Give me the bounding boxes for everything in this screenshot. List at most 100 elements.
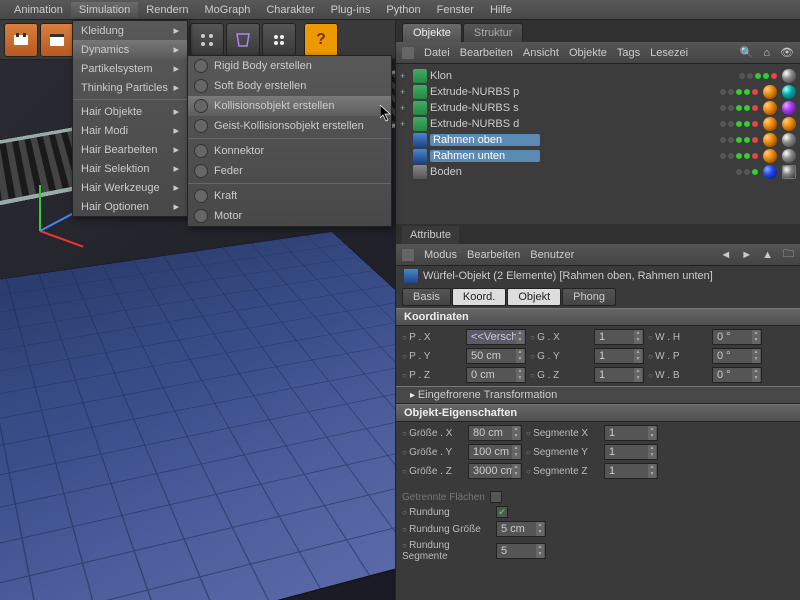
material-tag-icon[interactable] <box>763 101 777 115</box>
sim-thinking-particles[interactable]: Thinking Particles▸ <box>73 78 187 97</box>
input-rundung-segmente[interactable]: 5▲▼ <box>496 543 546 559</box>
axis-x[interactable] <box>40 230 84 248</box>
input-pz[interactable]: 0 cm▲▼ <box>466 367 526 383</box>
attr-menu-benutzer[interactable]: Benutzer <box>530 249 574 261</box>
toolbar-environment-icon[interactable] <box>262 23 296 57</box>
sim-hair-werkzeuge[interactable]: Hair Werkzeuge▸ <box>73 178 187 197</box>
nav-up-icon[interactable]: ▲ <box>762 249 773 261</box>
sim-hair-objekte[interactable]: Hair Objekte▸ <box>73 102 187 121</box>
tree-row[interactable]: Rahmen oben <box>396 132 800 148</box>
material-tag-icon[interactable] <box>782 85 796 99</box>
tree-row[interactable]: + Extrude-NURBS d <box>396 116 800 132</box>
input-gz[interactable]: 1▲▼ <box>594 367 644 383</box>
home-icon[interactable]: ⌂ <box>763 47 770 59</box>
tree-row[interactable]: + Extrude-NURBS s <box>396 100 800 116</box>
sim-hair-modi[interactable]: Hair Modi▸ <box>73 121 187 140</box>
visibility-dots[interactable] <box>736 169 758 175</box>
sim-kleidung[interactable]: Kleidung▸ <box>73 21 187 40</box>
material-tag-icon[interactable] <box>763 165 777 179</box>
material-tag-icon[interactable] <box>763 133 777 147</box>
material-tag-icon[interactable] <box>763 85 777 99</box>
material-tag-icon[interactable] <box>782 69 796 83</box>
visibility-dots[interactable] <box>720 137 758 143</box>
input-gy[interactable]: 1▲▼ <box>594 348 644 364</box>
tree-row[interactable]: Boden <box>396 164 800 180</box>
obj-menu-datei[interactable]: Datei <box>424 47 450 59</box>
toolbar-deformer-icon[interactable] <box>226 23 260 57</box>
input-wh[interactable]: 0 °▲▼ <box>712 329 762 345</box>
object-name[interactable]: Boden <box>430 166 540 178</box>
menu-rendern[interactable]: Rendern <box>138 2 196 18</box>
dyn-feder[interactable]: Feder <box>188 161 391 181</box>
dyn-ghost-collision[interactable]: Geist-Kollisionsobjekt erstellen <box>188 116 391 136</box>
sim-partikelsystem[interactable]: Partikelsystem▸ <box>73 59 187 78</box>
tree-row[interactable]: + Klon <box>396 68 800 84</box>
attr-menu-modus[interactable]: Modus <box>424 249 457 261</box>
menu-mograph[interactable]: MoGraph <box>196 2 258 18</box>
menu-fenster[interactable]: Fenster <box>429 2 482 18</box>
search-icon[interactable]: 🔍 <box>740 46 754 59</box>
menu-plugins[interactable]: Plug-ins <box>323 2 379 18</box>
tree-row[interactable]: + Extrude-NURBS p <box>396 84 800 100</box>
lock-icon[interactable]: 🗀 <box>783 245 794 264</box>
material-tag-icon[interactable] <box>782 165 796 179</box>
object-name[interactable]: Extrude-NURBS s <box>430 102 540 114</box>
expand-icon[interactable]: + <box>400 119 410 129</box>
obj-menu-tags[interactable]: Tags <box>617 47 640 59</box>
toolbar-btn-1[interactable] <box>4 23 38 57</box>
sim-hair-selektion[interactable]: Hair Selektion▸ <box>73 159 187 178</box>
object-name[interactable]: Klon <box>430 70 540 82</box>
menu-charakter[interactable]: Charakter <box>258 2 322 18</box>
object-name[interactable]: Extrude-NURBS p <box>430 86 540 98</box>
attr-menu-bearbeiten[interactable]: Bearbeiten <box>467 249 520 261</box>
toolbar-btn-2[interactable] <box>40 23 74 57</box>
expand-icon[interactable]: + <box>400 71 410 81</box>
object-name[interactable]: Rahmen unten <box>430 150 540 162</box>
dyn-rigid-body[interactable]: Rigid Body erstellen <box>188 56 391 76</box>
menu-hilfe[interactable]: Hilfe <box>482 2 520 18</box>
input-size-x[interactable]: 80 cm▲▼ <box>468 425 522 441</box>
object-name[interactable]: Extrude-NURBS d <box>430 118 540 130</box>
visibility-dots[interactable] <box>720 121 758 127</box>
dyn-kraft[interactable]: Kraft <box>188 186 391 206</box>
input-size-y[interactable]: 100 cm▲▼ <box>468 444 522 460</box>
attr-tab-phong[interactable]: Phong <box>562 288 616 306</box>
checkbox-rundung[interactable]: ✔ <box>496 506 508 518</box>
obj-menu-lesezeichen[interactable]: Lesezei <box>650 47 688 59</box>
input-px[interactable]: <<Verschi▲▼ <box>466 329 526 345</box>
visibility-dots[interactable] <box>720 105 758 111</box>
input-seg-x[interactable]: 1▲▼ <box>604 425 658 441</box>
dyn-konnektor[interactable]: Konnektor <box>188 141 391 161</box>
help-icon[interactable]: ? <box>304 23 338 57</box>
input-seg-y[interactable]: 1▲▼ <box>604 444 658 460</box>
eye-icon[interactable]: 👁 <box>780 46 794 59</box>
obj-menu-ansicht[interactable]: Ansicht <box>523 47 559 59</box>
checkbox-getrennte-flaechen[interactable] <box>490 491 502 503</box>
attr-tab-objekt[interactable]: Objekt <box>507 288 561 306</box>
nav-back-icon[interactable]: ◄ <box>720 249 731 261</box>
material-tag-icon[interactable] <box>782 149 796 163</box>
input-size-z[interactable]: 3000 cm▲▼ <box>468 463 522 479</box>
material-tag-icon[interactable] <box>782 101 796 115</box>
nav-fwd-icon[interactable]: ► <box>741 249 752 261</box>
visibility-dots[interactable] <box>720 153 758 159</box>
input-gx[interactable]: 1▲▼ <box>594 329 644 345</box>
material-tag-icon[interactable] <box>782 133 796 147</box>
object-name[interactable]: Rahmen oben <box>430 134 540 146</box>
toolbar-array-icon[interactable] <box>190 23 224 57</box>
input-py[interactable]: 50 cm▲▼ <box>466 348 526 364</box>
input-wb[interactable]: 0 °▲▼ <box>712 367 762 383</box>
obj-menu-objekte[interactable]: Objekte <box>569 47 607 59</box>
visibility-dots[interactable] <box>739 73 777 79</box>
dyn-soft-body[interactable]: Soft Body erstellen <box>188 76 391 96</box>
material-tag-icon[interactable] <box>763 149 777 163</box>
frozen-transform-row[interactable]: ▸ Eingefrorene Transformation <box>396 386 800 404</box>
menu-simulation[interactable]: Simulation <box>71 2 138 18</box>
sim-hair-bearbeiten[interactable]: Hair Bearbeiten▸ <box>73 140 187 159</box>
dyn-motor[interactable]: Motor <box>188 206 391 226</box>
axis-y[interactable] <box>39 185 41 231</box>
input-wp[interactable]: 0 °▲▼ <box>712 348 762 364</box>
dyn-collision-object[interactable]: Kollisionsobjekt erstellen <box>188 96 391 116</box>
sim-hair-optionen[interactable]: Hair Optionen▸ <box>73 197 187 216</box>
menu-python[interactable]: Python <box>378 2 428 18</box>
